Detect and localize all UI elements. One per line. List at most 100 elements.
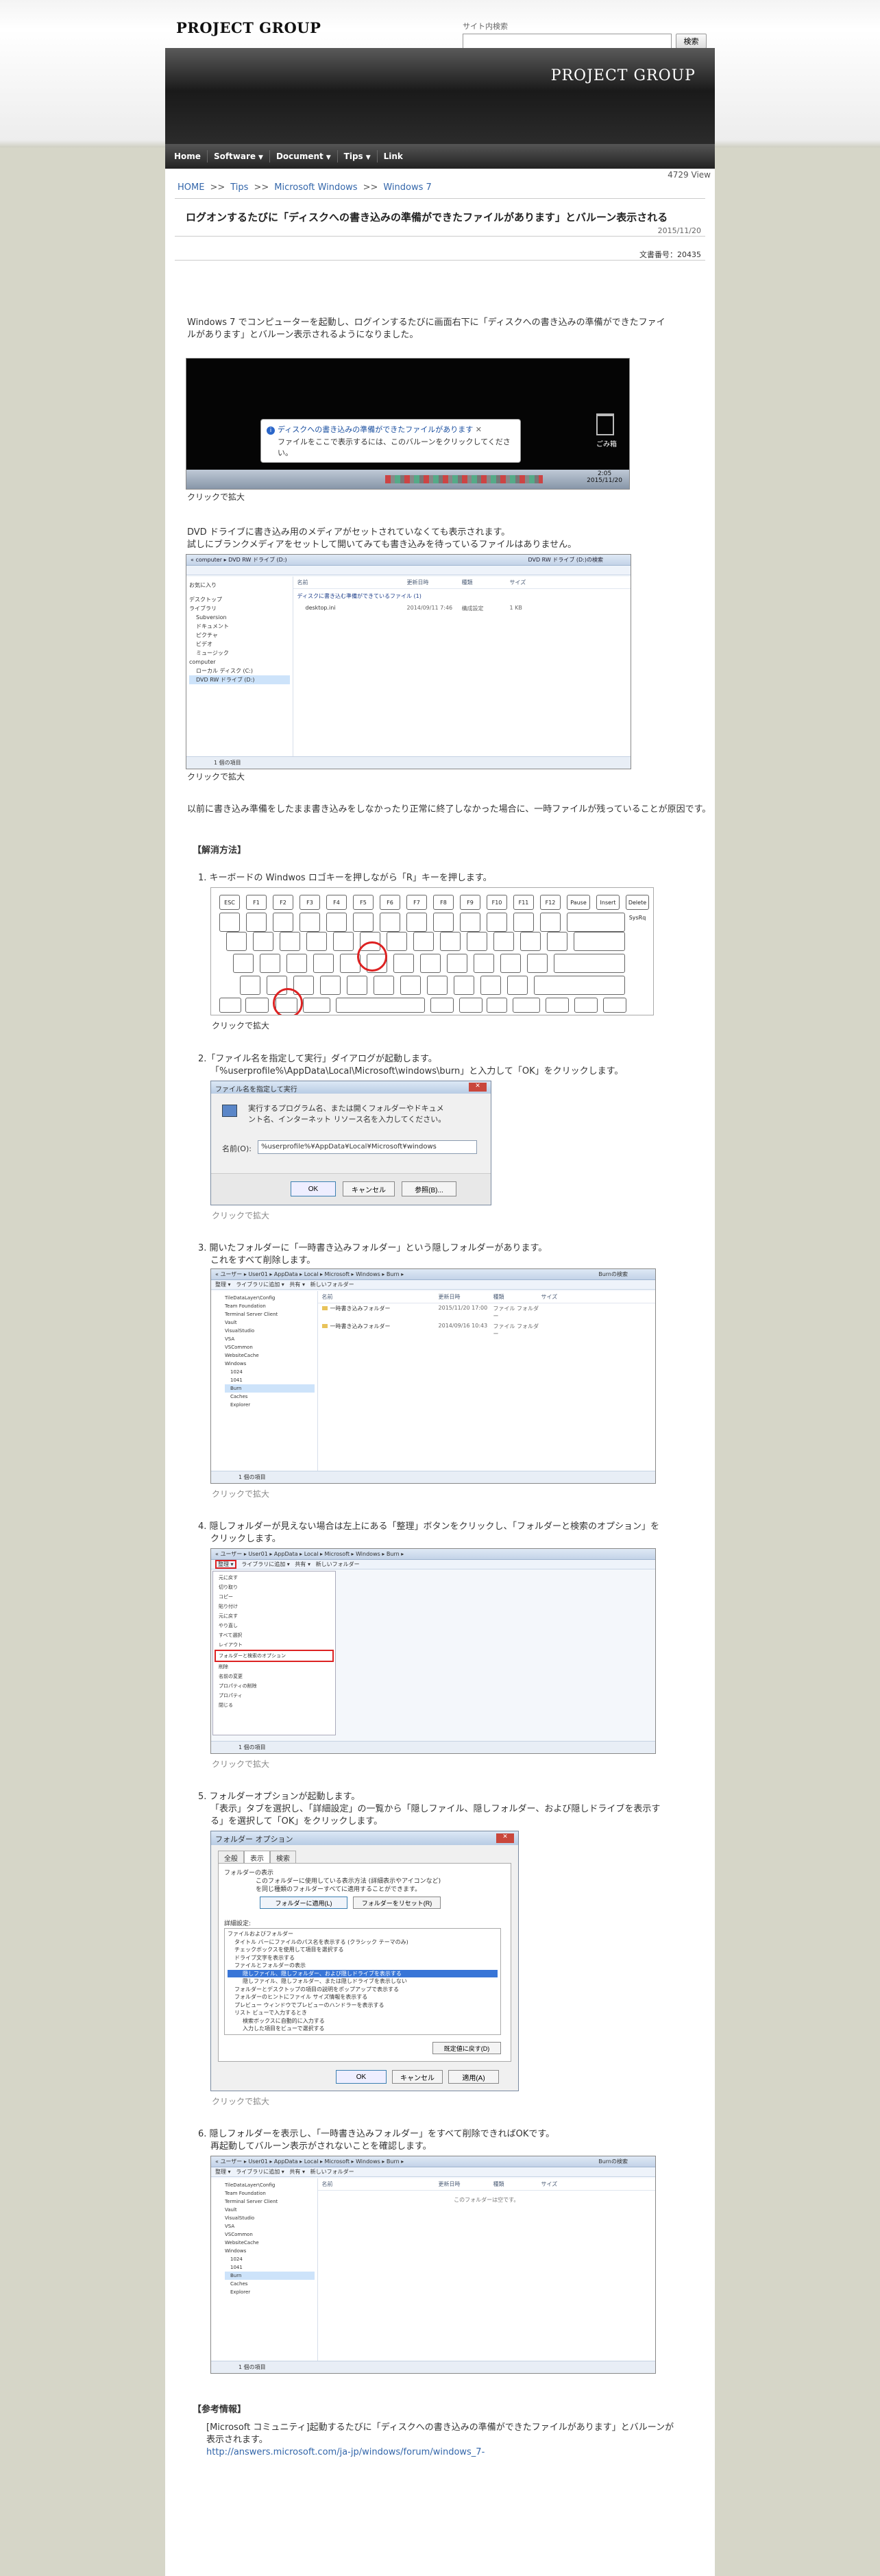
breadcrumb-windows7[interactable]: Windows 7 xyxy=(383,182,431,193)
advanced-settings-list[interactable]: ファイルおよびフォルダー タイトル バーにファイルのパス名を表示する (クラシッ… xyxy=(224,1928,501,2035)
run-desc-2: ント名、インターネット リソース名を入力してください。 xyxy=(248,1115,446,1124)
article-content: 4729 View HOME >> Tips >> Microsoft Windows >… xyxy=(165,169,715,2576)
tray-icons[interactable] xyxy=(385,475,543,483)
run-browse-button[interactable]: 参照(B)... xyxy=(402,1181,456,1196)
reference-link[interactable]: http://answers.microsoft.com/ja-jp/windo… xyxy=(206,2446,485,2459)
empty-folder-message: このフォルダーは空です。 xyxy=(454,2197,520,2203)
site-logo[interactable]: PROJECT GROUP xyxy=(176,19,321,36)
balloon-screenshot[interactable]: i ディスクへの書き込みの準備ができたファイルがあります ✕ ファイルをここで表示… xyxy=(186,358,630,490)
show-hidden-option[interactable]: 隠しファイル、隠しフォルダー、および隠しドライブを表示する xyxy=(228,1969,498,1977)
breadcrumb-tips[interactable]: Tips xyxy=(230,182,248,193)
recycle-bin-icon[interactable] xyxy=(596,413,614,435)
apply-to-folders-button[interactable]: フォルダーに適用(L) xyxy=(260,1897,347,1909)
keyboard-key-f11: F11 xyxy=(513,895,534,910)
enlarge-caption[interactable]: クリックで拡大 xyxy=(212,1020,269,1031)
keyboard-key xyxy=(374,976,394,995)
breadcrumb-home[interactable]: HOME xyxy=(178,182,204,193)
keyboard-key xyxy=(493,932,514,951)
keyboard-key-f1: F1 xyxy=(246,895,267,910)
folder-options-cancel-button[interactable]: キャンセル xyxy=(392,2070,443,2084)
recycle-bin-label: ごみ箱 xyxy=(596,441,617,448)
keyboard-key xyxy=(219,913,240,932)
divider xyxy=(175,236,705,237)
keyboard-screenshot[interactable]: ESC F1 F2 F3 F4 F5 F6 F7 F8 F9 F10 F11 F12 Pause Brea… xyxy=(210,887,654,1015)
view-tab-panel: フォルダーの表示 このフォルダーに使用している表示方法 (詳細表示やアイコンなど… xyxy=(218,1863,511,2062)
keyboard-key xyxy=(233,954,254,973)
keyboard-key xyxy=(353,913,374,932)
keyboard-key xyxy=(300,913,320,932)
r-key-highlight xyxy=(357,941,387,972)
nav-software[interactable]: Software ▼ xyxy=(208,150,270,162)
step-2: 2.「ファイル名を指定して実行」ダイアログが起動します。 xyxy=(198,1054,437,1064)
search-button[interactable]: 検索 xyxy=(676,34,707,49)
windows-key-highlight xyxy=(273,988,303,1015)
organize-button[interactable]: 整理 ▾ xyxy=(215,1560,236,1569)
restore-defaults-button[interactable]: 既定値に戻す(D) xyxy=(432,2042,501,2054)
table-row[interactable]: 一時書き込みフォルダー 2015/11/20 17:00 ファイル フォルダー xyxy=(318,1303,655,1321)
burn-folder-screenshot[interactable]: « ユーザー ▸ User01 ▸ AppData ▸ Local ▸ Micr… xyxy=(210,1268,656,1484)
keyboard-key xyxy=(253,932,273,951)
keyboard-key xyxy=(380,913,400,932)
table-row[interactable]: 一時書き込みフォルダー 2014/09/16 10:43 ファイル フォルダー xyxy=(318,1321,655,1339)
empty-burn-folder-screenshot[interactable]: « ユーザー ▸ User01 ▸ AppData ▸ Local ▸ Micr… xyxy=(210,2156,656,2374)
run-dialog-screenshot[interactable]: ファイル名を指定して実行 ✕ 実行するプログラム名、または開くフォルダーやドキュ… xyxy=(210,1081,491,1205)
enlarge-caption[interactable]: クリックで拡大 xyxy=(212,2095,269,2107)
close-icon[interactable]: ✕ xyxy=(496,1833,514,1843)
keyboard-key xyxy=(273,913,293,932)
folder-options-apply-button[interactable]: 適用(A) xyxy=(448,2070,499,2084)
table-row[interactable]: desktop.ini 2014/09/11 7:46 構成設定 1 KB xyxy=(293,603,631,614)
nav-home[interactable]: Home xyxy=(168,150,208,162)
run-cancel-button[interactable]: キャンセル xyxy=(343,1181,395,1196)
step-2-line-2: 「%userprofile%\AppData\Local\Microsoft\w… xyxy=(210,1066,624,1076)
reset-folders-button[interactable]: フォルダーをリセット(R) xyxy=(353,1897,441,1909)
keyboard-key xyxy=(480,976,501,995)
enlarge-caption[interactable]: クリックで拡大 xyxy=(212,1488,269,1500)
enlarge-caption[interactable]: クリックで拡大 xyxy=(212,1758,269,1770)
solution-heading: 【解消方法】 xyxy=(193,845,247,856)
enlarge-caption[interactable]: クリックで拡大 xyxy=(212,1209,269,1221)
step-3: 3. 開いたフォルダーに「一時書き込みフォルダー」という隠しフォルダーがあります… xyxy=(198,1243,548,1253)
keyboard-key xyxy=(454,976,474,995)
keyboard-key xyxy=(303,998,330,1013)
divider xyxy=(175,260,705,261)
keyboard-key xyxy=(430,998,454,1013)
keyboard-key xyxy=(500,954,521,973)
reference-text-1: [Microsoft コミュニティ]起動するたびに「ディスクへの書き込みの準備が… xyxy=(206,2422,674,2433)
keyboard-key xyxy=(313,954,334,973)
dvd-explorer-screenshot[interactable]: « computer ▸ DVD RW ドライブ (D:) DVD RW ドライブ… xyxy=(186,554,631,769)
run-name-input[interactable]: %userprofile%¥AppData¥Local¥Microsoft¥wi… xyxy=(258,1140,477,1154)
tray-date: 2015/11/20 xyxy=(587,477,622,484)
intro-line-2: ルがあります」とバルーン表示されるようになりました。 xyxy=(187,330,419,340)
folder-options-screenshot[interactable]: フォルダー オプション ✕ 全般 表示 検索 フォルダーの表示 このフォルダーに… xyxy=(210,1831,519,2091)
folder-options-ok-button[interactable]: OK xyxy=(336,2070,387,2084)
step-3-line-2: これをすべて削除します。 xyxy=(210,1255,316,1266)
caret-down-icon: ▼ xyxy=(258,154,263,161)
organize-menu: 元に戻す 切り取り コピー 貼り付け 元に戻す やり直し すべて選択 レイアウト… xyxy=(212,1571,336,1735)
run-ok-button[interactable]: OK xyxy=(291,1181,336,1196)
breadcrumb-microsoft-windows[interactable]: Microsoft Windows xyxy=(274,182,357,193)
explorer-file-list: 名前 更新日時 種類 サイズ このフォルダーは空です。 xyxy=(317,2178,655,2361)
nav-software-label: Software xyxy=(213,152,256,161)
keyboard-key xyxy=(240,976,260,995)
explorer-status: 1 個の項目 xyxy=(211,2361,655,2373)
folder-options-title: フォルダー オプション xyxy=(211,1831,518,1845)
balloon-popup[interactable]: i ディスクへの書き込みの準備ができたファイルがあります ✕ ファイルをここで表示… xyxy=(260,419,521,463)
search-input[interactable] xyxy=(463,34,672,49)
nav-tips[interactable]: Tips ▼ xyxy=(338,150,378,162)
keyboard-key xyxy=(413,932,434,951)
nav-document[interactable]: Document ▼ xyxy=(270,150,338,162)
nav-tips-label: Tips xyxy=(343,152,363,161)
keyboard-key-f2: F2 xyxy=(273,895,293,910)
close-icon[interactable]: ✕ xyxy=(476,425,482,434)
organize-menu-screenshot[interactable]: « ユーザー ▸ User01 ▸ AppData ▸ Local ▸ Micr… xyxy=(210,1548,656,1754)
close-icon[interactable]: ✕ xyxy=(469,1083,487,1092)
explorer-status: 1 個の項目 xyxy=(211,1471,655,1483)
nav-link[interactable]: Link xyxy=(378,150,409,162)
enlarge-caption[interactable]: クリックで拡大 xyxy=(187,491,245,503)
folder-options-menu-item[interactable]: フォルダーと検索のオプション xyxy=(215,1650,334,1662)
document-number: 文書番号：20435 xyxy=(639,250,701,259)
keyboard-key xyxy=(219,998,241,1013)
enlarge-caption[interactable]: クリックで拡大 xyxy=(187,771,245,782)
keyboard-key xyxy=(460,913,480,932)
banner-title: PROJECT GROUP xyxy=(550,67,696,84)
